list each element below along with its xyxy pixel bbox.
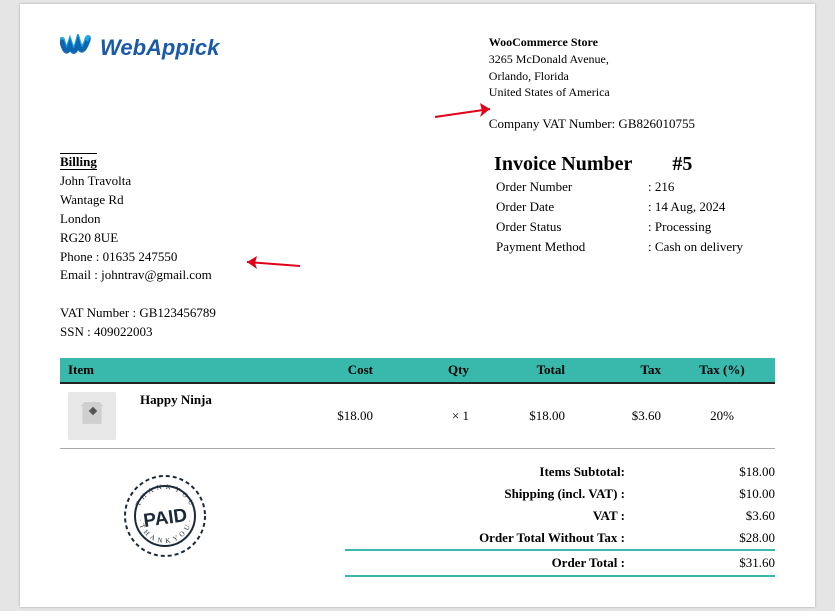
table-row: Happy Ninja $18.00 × 1 $18.00 $3.60 20% (60, 383, 775, 449)
order-status-label: Order Status (496, 218, 646, 236)
store-info: WooCommerce Store 3265 McDonald Avenue, … (489, 34, 695, 133)
col-taxpct: Tax (%) (669, 358, 775, 383)
billing-title: Billing (60, 153, 97, 170)
invoice-page: WebAppick WooCommerce Store 3265 McDonal… (20, 4, 815, 607)
order-number: : 216 (648, 178, 743, 196)
subtotal-value: $18.00 (635, 464, 775, 480)
billing-name: John Travolta (60, 173, 131, 188)
logo: WebAppick (60, 34, 219, 62)
details-row: Billing John Travolta Wantage Rd London … (60, 153, 775, 341)
invoice-meta-table: Order Number: 216 Order Date: 14 Aug, 20… (494, 176, 745, 258)
store-name: WooCommerce Store (489, 34, 695, 51)
payment-label: Payment Method (496, 238, 646, 256)
arrow-annotation-2 (235, 252, 305, 274)
grand-label: Order Total : (345, 555, 633, 571)
svg-text:PAID: PAID (142, 505, 188, 532)
shipping-value: $10.00 (635, 486, 775, 502)
item-name: Happy Ninja (132, 383, 285, 449)
col-total: Total (477, 358, 573, 383)
without-tax-label: Order Total Without Tax : (345, 530, 633, 546)
item-qty: × 1 (381, 383, 477, 449)
billing-block: Billing John Travolta Wantage Rd London … (60, 153, 216, 341)
billing-city: London (60, 211, 100, 226)
col-qty: Qty (381, 358, 477, 383)
col-tax: Tax (573, 358, 669, 383)
invoice-number: #5 (672, 153, 692, 176)
vat-label: VAT : (345, 508, 633, 524)
store-addr2: Orlando, Florida (489, 68, 695, 85)
shipping-label: Shipping (incl. VAT) : (345, 486, 633, 502)
without-tax-value: $28.00 (635, 530, 775, 546)
item-thumbnail (68, 392, 116, 440)
order-date-label: Order Date (496, 198, 646, 216)
billing-vat: VAT Number : GB123456789 (60, 305, 216, 320)
col-cost: Cost (285, 358, 381, 383)
order-status: : Processing (648, 218, 743, 236)
item-tax: $3.60 (573, 383, 669, 449)
item-cost: $18.00 (285, 383, 381, 449)
invoice-meta: Invoice Number #5 Order Number: 216 Orde… (494, 153, 745, 341)
billing-ssn: SSN : 409022003 (60, 324, 152, 339)
logo-icon (60, 34, 96, 62)
vat-value: $3.60 (635, 508, 775, 524)
store-addr1: 3265 McDonald Avenue, (489, 51, 695, 68)
invoice-title: Invoice Number (494, 153, 632, 176)
order-date: : 14 Aug, 2024 (648, 198, 743, 216)
item-taxpct: 20% (669, 383, 775, 449)
logo-text: WebAppick (100, 35, 219, 61)
paid-stamp: PAID · T H A N K Y O U · · T H A N K Y O… (120, 471, 210, 561)
items-table: Item Cost Qty Total Tax Tax (%) Happy Ni… (60, 358, 775, 449)
billing-phone: Phone : 01635 247550 (60, 249, 177, 264)
col-item: Item (60, 358, 285, 383)
header-row: WebAppick WooCommerce Store 3265 McDonal… (60, 34, 775, 133)
billing-street: Wantage Rd (60, 192, 124, 207)
store-country: United States of America (489, 84, 695, 101)
item-total: $18.00 (477, 383, 573, 449)
company-vat: Company VAT Number: GB826010755 (489, 115, 695, 133)
arrow-annotation-1 (430, 99, 505, 123)
grand-value: $31.60 (635, 555, 775, 571)
order-number-label: Order Number (496, 178, 646, 196)
totals-area: PAID · T H A N K Y O U · · T H A N K Y O… (60, 461, 775, 577)
subtotal-label: Items Subtotal: (345, 464, 633, 480)
payment-method: : Cash on delivery (648, 238, 743, 256)
billing-email: Email : johntrav@gmail.com (60, 267, 212, 282)
totals-table: Items Subtotal:$18.00 Shipping (incl. VA… (345, 461, 775, 577)
billing-postcode: RG20 8UE (60, 230, 118, 245)
